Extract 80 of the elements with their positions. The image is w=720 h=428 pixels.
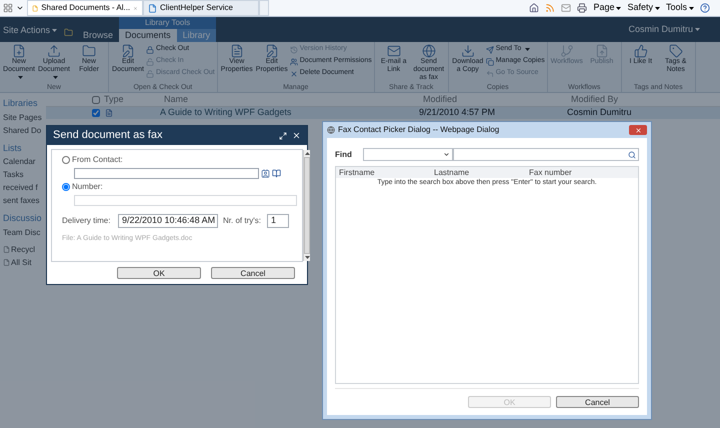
caret-icon [525, 48, 530, 51]
field-label: Delivery time: [62, 215, 112, 227]
maximize-icon[interactable] [279, 132, 287, 140]
tries-field[interactable]: 1 [267, 214, 289, 228]
scrollbar[interactable] [303, 150, 310, 261]
tabs-grid-icon[interactable] [3, 3, 13, 13]
toolbar-menu[interactable]: Page [593, 1, 622, 15]
caret-icon [616, 6, 622, 10]
caret-icon [18, 76, 22, 79]
close-icon [634, 126, 642, 134]
column-header[interactable]: Modified By [571, 92, 618, 106]
document-link[interactable]: A Guide to Writing WPF Gadgets [160, 106, 419, 120]
nav-link[interactable]: Tasks [3, 169, 46, 181]
column-header[interactable]: Fax number [529, 167, 624, 178]
scroll-down-icon[interactable] [304, 256, 310, 259]
dialog-title: Send document as fax [53, 128, 164, 144]
caret-icon[interactable] [16, 4, 24, 12]
nav-link[interactable]: All Sit [11, 256, 32, 268]
ribbon-tab[interactable]: Documents [119, 29, 177, 42]
caret-icon [443, 151, 450, 158]
nav-link[interactable]: received f [3, 182, 46, 194]
radio-label: From Contact: [72, 154, 123, 166]
caret-icon [52, 76, 58, 79]
close-button[interactable] [629, 125, 647, 135]
radio-label: Number: [72, 181, 103, 193]
browser-tab[interactable]: Shared Documents - Al... [27, 0, 143, 16]
address-book-icon[interactable] [272, 169, 281, 178]
nav-link[interactable]: Recycl [11, 244, 36, 256]
scroll-up-icon[interactable] [304, 152, 310, 155]
dialog-title: Fax Contact Picker Dialog -- Webpage Dialog [338, 124, 500, 136]
nav-link[interactable]: sent faxes [3, 195, 46, 207]
column-header[interactable]: Type [104, 92, 164, 106]
dialog-button[interactable]: OK [117, 267, 201, 279]
print-icon[interactable] [577, 3, 588, 13]
list-row[interactable]: A Guide to Writing WPF Gadgets 9/21/2010 4:57 PM Cosmin Dumitru [46, 107, 720, 119]
user-menu[interactable]: Cosmin Dumitru [628, 22, 720, 42]
nav-link[interactable]: Shared Do [3, 124, 46, 136]
column-header[interactable]: Modified [423, 92, 571, 106]
nav-heading[interactable]: Libraries [3, 97, 46, 110]
date-field[interactable]: 9/22/2010 10:46:48 AM [118, 214, 218, 228]
row-checkbox[interactable] [92, 109, 100, 117]
caret-icon [654, 6, 660, 10]
field-label: Nr. of try's: [223, 215, 262, 227]
nav-link[interactable]: Team Disc [3, 226, 46, 238]
table-cell-text: Cosmin Dumitru [567, 106, 632, 120]
column-header[interactable]: Lastname [434, 167, 529, 178]
input-field[interactable] [74, 195, 297, 206]
context-label: Library Tools [119, 17, 216, 29]
input-field[interactable] [74, 168, 259, 179]
search-field[interactable] [453, 148, 639, 161]
caret-icon [52, 28, 58, 32]
dialog-button[interactable]: Cancel [211, 267, 295, 279]
radio-button[interactable] [62, 183, 70, 191]
column-header[interactable]: Name [164, 92, 423, 106]
home-icon[interactable] [529, 3, 540, 13]
search-icon[interactable] [628, 150, 636, 158]
dialog-button[interactable]: Cancel [556, 396, 639, 408]
nav-heading[interactable]: Lists [3, 142, 46, 155]
scroll-thumb[interactable] [304, 157, 310, 254]
nav-heading[interactable]: Discussio [3, 212, 46, 226]
nav-link[interactable]: Calendar [3, 156, 46, 168]
table-cell-text: 9/21/2010 4:57 PM [419, 106, 496, 120]
toolbar-menu[interactable]: Safety [627, 1, 660, 15]
caret-icon [689, 6, 694, 10]
site-actions-menu[interactable]: Site Actions [0, 24, 60, 42]
column-header[interactable]: Firstname [339, 167, 434, 178]
folder-icon[interactable] [64, 28, 74, 37]
close-icon[interactable] [292, 131, 301, 140]
radio-button[interactable] [62, 156, 70, 164]
mail-icon[interactable] [561, 3, 572, 13]
toolbar-menu[interactable]: Tools [666, 1, 694, 15]
feed-icon[interactable] [545, 3, 556, 13]
contact-card-icon[interactable] [261, 169, 270, 178]
caret-icon [695, 28, 700, 31]
browser-tab[interactable]: ClientHelper Service [143, 0, 259, 16]
ribbon-tab[interactable]: Browse [77, 29, 120, 42]
select-all-checkbox[interactable] [92, 96, 100, 104]
nav-link[interactable]: Site Pages [3, 112, 46, 124]
find-label: Find [335, 148, 353, 160]
help-icon[interactable] [700, 3, 710, 13]
